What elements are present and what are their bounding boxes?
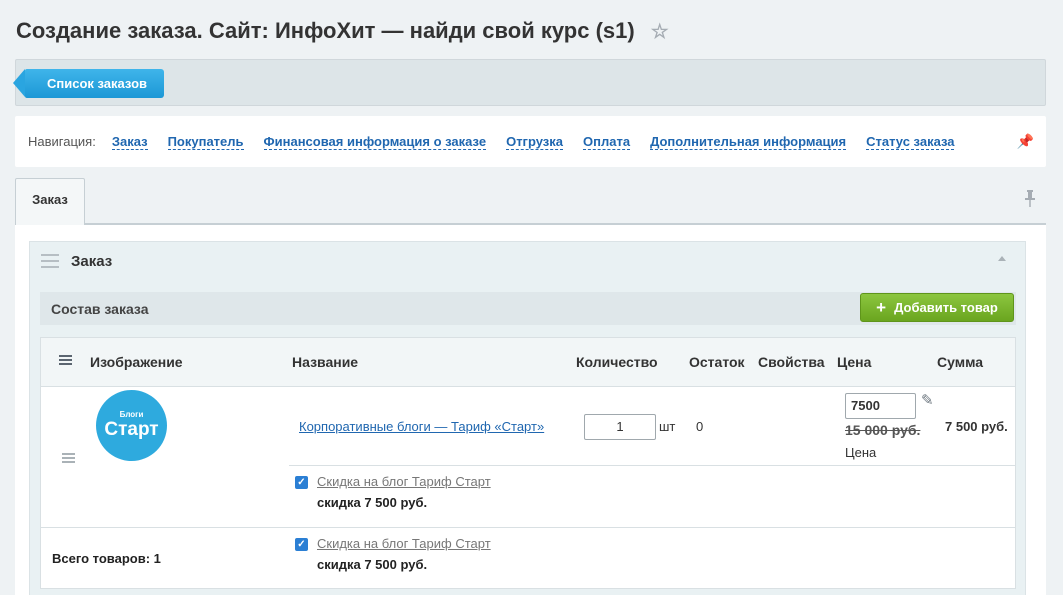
row-sum: 7 500 руб.: [945, 419, 1008, 434]
col-image: Изображение: [90, 354, 183, 370]
stock-value: 0: [696, 419, 704, 434]
table-row: Блоги Старт Корпоративные блоги — Тариф …: [41, 388, 1016, 528]
order-list-button[interactable]: Список заказов: [12, 69, 165, 98]
product-image-caption: Блоги: [119, 410, 144, 419]
columns-menu-icon[interactable]: [59, 355, 72, 365]
order-section: Заказ Состав заказа + Добавить товар Изо…: [29, 241, 1026, 595]
nav-link-status[interactable]: Статус заказа: [866, 134, 955, 150]
order-composition-header: Состав заказа + Добавить товар: [40, 292, 1016, 325]
discount-link-2[interactable]: Скидка на блог Тариф Старт: [317, 536, 491, 551]
col-sum: Сумма: [937, 354, 984, 370]
tab-order[interactable]: Заказ: [15, 178, 85, 225]
page-title-text: Создание заказа. Сайт: ИнфоХит — найди с…: [16, 18, 635, 43]
section-title: Заказ: [71, 253, 113, 270]
products-table: Изображение Название Количество Остаток …: [40, 337, 1016, 589]
order-composition-title: Состав заказа: [51, 301, 149, 317]
quantity-unit: шт: [659, 419, 676, 434]
content-area: Заказ Состав заказа + Добавить товар Изо…: [15, 225, 1046, 595]
nav-link-buyer[interactable]: Покупатель: [167, 134, 244, 150]
nav-link-finance[interactable]: Финансовая информация о заказе: [263, 134, 487, 150]
star-icon[interactable]: ☆: [651, 19, 669, 44]
collapse-icon[interactable]: [998, 256, 1006, 261]
col-properties: Свойства: [758, 354, 825, 370]
page-title: Создание заказа. Сайт: ИнфоХит — найди с…: [16, 18, 669, 44]
quantity-input[interactable]: 1: [584, 414, 656, 440]
navigation-bar: Навигация: Заказ Покупатель Финансовая и…: [15, 116, 1046, 167]
table-header: Изображение Название Количество Остаток …: [41, 338, 1015, 387]
add-product-button[interactable]: + Добавить товар: [860, 293, 1014, 322]
price-input[interactable]: 7500: [845, 393, 916, 419]
navigation-label: Навигация:: [28, 134, 96, 149]
drag-handle-icon[interactable]: [41, 254, 59, 268]
col-name: Название: [292, 354, 359, 370]
old-price: 15 000 руб.: [845, 422, 921, 438]
col-stock: Остаток: [689, 354, 745, 370]
col-quantity: Количество: [576, 354, 658, 370]
nav-link-additional[interactable]: Дополнительная информация: [650, 134, 847, 150]
nav-link-payment[interactable]: Оплата: [583, 134, 631, 150]
discount-checkbox[interactable]: ✓: [295, 476, 308, 489]
section-header: Заказ: [30, 242, 1025, 280]
nav-link-shipment[interactable]: Отгрузка: [506, 134, 563, 150]
tab-bar: Заказ: [15, 178, 1046, 225]
total-items: Всего товаров: 1: [52, 551, 161, 566]
pin-icon[interactable]: 📌: [1017, 133, 1034, 150]
add-product-label: Добавить товар: [894, 300, 998, 315]
plus-icon: +: [876, 297, 887, 317]
product-image-text: Старт: [104, 419, 159, 440]
discount-amount: скидка 7 500 руб.: [317, 495, 428, 510]
col-price: Цена: [837, 354, 872, 370]
product-image: Блоги Старт: [96, 390, 167, 461]
product-name-link[interactable]: Корпоративные блоги — Тариф «Старт»: [299, 419, 544, 434]
edit-price-icon[interactable]: ✎: [921, 391, 934, 409]
discount-divider: [289, 465, 1016, 466]
pin-tab-icon[interactable]: [1024, 190, 1036, 213]
nav-link-order[interactable]: Заказ: [111, 134, 148, 150]
discount-checkbox-2[interactable]: ✓: [295, 538, 308, 551]
row-drag-icon[interactable]: [62, 453, 75, 463]
discount-amount-2: скидка 7 500 руб.: [317, 557, 428, 572]
price-label: Цена: [845, 445, 877, 460]
toolbar: Список заказов: [12, 59, 1046, 106]
discount-link[interactable]: Скидка на блог Тариф Старт: [317, 474, 491, 489]
